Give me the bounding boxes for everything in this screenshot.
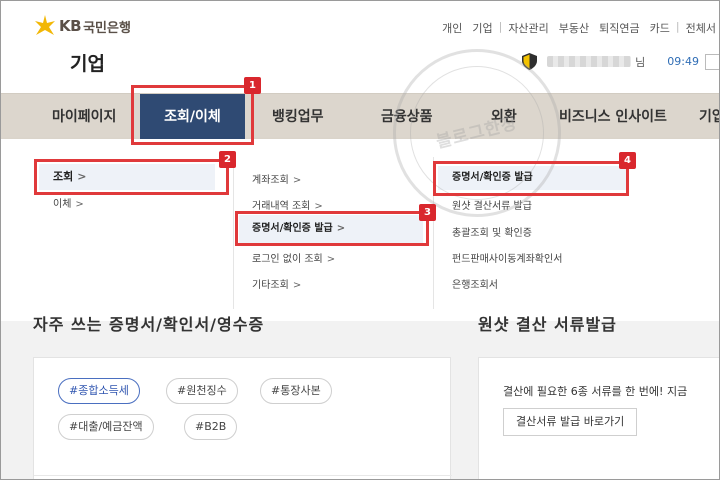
session-timer: 09:49	[667, 55, 699, 68]
util-pension[interactable]: 퇴직연금	[594, 20, 644, 36]
frequent-certificates-title: 자주 쓰는 증명서/확인서/영수증	[33, 315, 265, 334]
util-realestate[interactable]: 부동산	[554, 20, 594, 36]
oneshot-settlement-card: 결산에 필요한 6종 서류를 한 번에! 지금 결산서류 발급 바로가기	[478, 357, 719, 479]
annotation-box-4	[433, 161, 629, 196]
util-all[interactable]: 전체서	[681, 20, 719, 36]
chevron-right-icon: >	[326, 254, 336, 265]
page-title: 기업	[70, 53, 105, 75]
util-corporate[interactable]: 기업	[467, 20, 497, 36]
oneshot-description: 결산에 필요한 6종 서류를 한 번에! 지금	[503, 385, 688, 398]
annotation-box-2	[34, 159, 229, 195]
main-content: 자주 쓰는 증명서/확인서/영수증 원샷 결산 서류발급 #종합소득세 #원천징…	[1, 315, 719, 479]
chevron-right-icon: >	[75, 199, 84, 210]
settlement-docs-button[interactable]: 결산서류 발급 바로가기	[503, 408, 638, 436]
logo-kb-text: KB	[59, 17, 82, 35]
tag-b2b[interactable]: #B2B	[184, 414, 238, 440]
submenu-summary-inquiry[interactable]: 총괄조회 및 확인증	[452, 224, 532, 239]
column-divider	[233, 157, 234, 309]
chevron-right-icon: >	[292, 280, 302, 291]
tag-income-tax[interactable]: #종합소득세	[58, 378, 140, 404]
submenu-bank-inquiry-letter[interactable]: 은행조회서	[452, 276, 498, 291]
nav-corporate[interactable]: 기업	[699, 94, 719, 140]
util-asset[interactable]: 자산관리	[503, 20, 553, 36]
menu-transfer-label: 이체	[53, 199, 72, 210]
site-header: KB 국민은행 기업 개인 기업 | 자산관리 부동산 퇴직연금 카드 | 전체…	[1, 1, 719, 93]
menu-account-inquiry[interactable]: 계좌조회 >	[252, 171, 301, 186]
annotation-badge-1: 1	[244, 77, 261, 94]
chevron-right-icon: >	[292, 175, 302, 186]
annotation-badge-2: 2	[219, 151, 236, 168]
annotation-box-1	[131, 85, 254, 145]
main-nav: 마이페이지 조회/이체 뱅킹업무 금융상품 외환 비즈니스 인사이트 기업	[1, 93, 719, 140]
screenshot-frame: KB 국민은행 기업 개인 기업 | 자산관리 부동산 퇴직연금 카드 | 전체…	[0, 0, 720, 480]
menu-other-inquiry[interactable]: 기타조회 >	[252, 276, 301, 291]
user-suffix: 님	[635, 55, 646, 69]
menu-account-inquiry-label: 계좌조회	[252, 175, 289, 186]
user-area: 님 09:49	[522, 53, 719, 70]
menu-other-inquiry-label: 기타조회	[252, 280, 289, 291]
menu-no-login-inquiry-label: 로그인 없이 조회	[252, 254, 323, 265]
kb-logo[interactable]: KB 국민은행	[33, 15, 131, 37]
tag-bankbook-copy[interactable]: #통장사본	[260, 378, 332, 404]
tag-withholding[interactable]: #원천징수	[166, 378, 238, 404]
masked-user-name	[547, 56, 632, 67]
session-extend-button[interactable]	[705, 53, 719, 70]
kb-star-icon	[33, 15, 57, 37]
oneshot-settlement-title: 원샷 결산 서류발급	[478, 315, 617, 334]
annotation-box-3	[235, 211, 429, 246]
annotation-badge-4: 4	[619, 152, 636, 169]
util-card[interactable]: 카드	[645, 20, 675, 36]
frequent-certificates-card: #종합소득세 #원천징수 #통장사본 #대출/예금잔액 #B2B	[33, 357, 452, 479]
utility-nav: 개인 기업 | 자산관리 부동산 퇴직연금 카드 | 전체서	[437, 20, 719, 36]
menu-transfer[interactable]: 이체 >	[53, 195, 84, 210]
nav-business-insight[interactable]: 비즈니스 인사이트	[559, 94, 667, 140]
logo-bank-name: 국민은행	[83, 20, 131, 36]
card-divider	[34, 475, 452, 476]
tag-loan-balance[interactable]: #대출/예금잔액	[58, 414, 154, 440]
util-personal[interactable]: 개인	[437, 20, 467, 36]
annotation-badge-3: 3	[419, 204, 436, 221]
menu-transaction-history[interactable]: 거래내역 조회 >	[252, 197, 323, 212]
submenu-fund-transfer-confirm[interactable]: 펀드판매사이동계좌확인서	[452, 250, 562, 265]
nav-banking[interactable]: 뱅킹업무	[272, 94, 324, 140]
menu-no-login-inquiry[interactable]: 로그인 없이 조회 >	[252, 250, 335, 265]
nav-mypage[interactable]: 마이페이지	[52, 94, 116, 140]
